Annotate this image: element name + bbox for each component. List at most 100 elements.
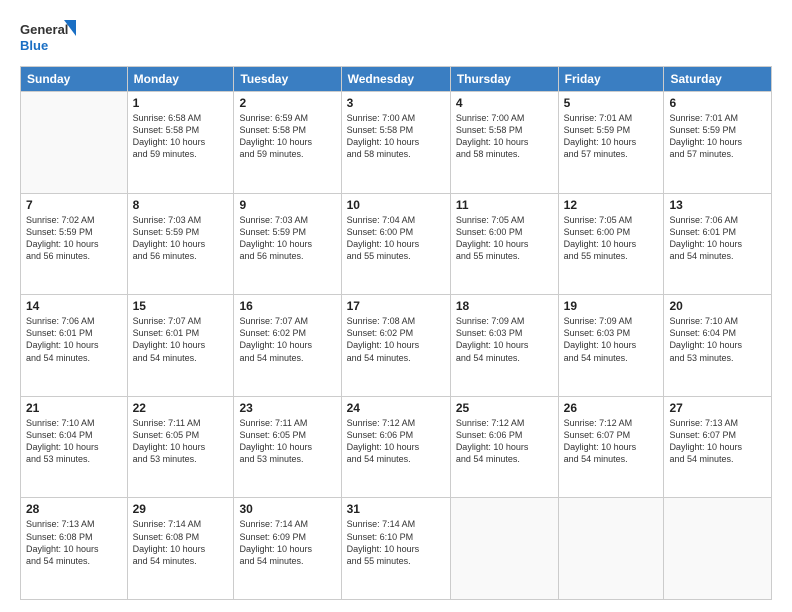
calendar-cell: 30 Sunrise: 7:14 AM Sunset: 6:09 PM Dayli… <box>234 498 341 600</box>
day-info: Sunrise: 6:59 AM Sunset: 5:58 PM Dayligh… <box>239 112 335 161</box>
calendar-cell: 19 Sunrise: 7:09 AM Sunset: 6:03 PM Dayli… <box>558 295 664 397</box>
day-number: 22 <box>133 401 229 415</box>
day-number: 7 <box>26 198 122 212</box>
day-info: Sunrise: 6:58 AM Sunset: 5:58 PM Dayligh… <box>133 112 229 161</box>
day-info: Sunrise: 7:11 AM Sunset: 6:05 PM Dayligh… <box>133 417 229 466</box>
day-number: 2 <box>239 96 335 110</box>
day-number: 3 <box>347 96 445 110</box>
calendar-cell: 13 Sunrise: 7:06 AM Sunset: 6:01 PM Dayli… <box>664 193 772 295</box>
calendar-cell <box>450 498 558 600</box>
day-info: Sunrise: 7:07 AM Sunset: 6:02 PM Dayligh… <box>239 315 335 364</box>
day-number: 5 <box>564 96 659 110</box>
day-info: Sunrise: 7:04 AM Sunset: 6:00 PM Dayligh… <box>347 214 445 263</box>
day-number: 27 <box>669 401 766 415</box>
day-number: 17 <box>347 299 445 313</box>
calendar-table: SundayMondayTuesdayWednesdayThursdayFrid… <box>20 66 772 600</box>
day-number: 18 <box>456 299 553 313</box>
day-number: 15 <box>133 299 229 313</box>
day-number: 26 <box>564 401 659 415</box>
day-number: 1 <box>133 96 229 110</box>
calendar-cell: 18 Sunrise: 7:09 AM Sunset: 6:03 PM Dayli… <box>450 295 558 397</box>
day-number: 16 <box>239 299 335 313</box>
day-info: Sunrise: 7:12 AM Sunset: 6:06 PM Dayligh… <box>456 417 553 466</box>
calendar-cell <box>21 92 128 194</box>
weekday-header-wednesday: Wednesday <box>341 67 450 92</box>
day-number: 14 <box>26 299 122 313</box>
calendar-cell: 15 Sunrise: 7:07 AM Sunset: 6:01 PM Dayli… <box>127 295 234 397</box>
calendar-cell: 12 Sunrise: 7:05 AM Sunset: 6:00 PM Dayli… <box>558 193 664 295</box>
calendar-cell: 9Sunrise: 7:03 AM Sunset: 5:59 PM Daylig… <box>234 193 341 295</box>
day-number: 4 <box>456 96 553 110</box>
calendar-cell: 7 Sunrise: 7:02 AM Sunset: 5:59 PM Daylig… <box>21 193 128 295</box>
day-number: 28 <box>26 502 122 516</box>
calendar-cell: 8Sunrise: 7:03 AM Sunset: 5:59 PM Daylig… <box>127 193 234 295</box>
weekday-header-thursday: Thursday <box>450 67 558 92</box>
day-number: 13 <box>669 198 766 212</box>
calendar-cell: 11Sunrise: 7:05 AM Sunset: 6:00 PM Dayli… <box>450 193 558 295</box>
day-number: 31 <box>347 502 445 516</box>
day-info: Sunrise: 7:14 AM Sunset: 6:08 PM Dayligh… <box>133 518 229 567</box>
day-info: Sunrise: 7:08 AM Sunset: 6:02 PM Dayligh… <box>347 315 445 364</box>
day-number: 20 <box>669 299 766 313</box>
calendar-cell: 24Sunrise: 7:12 AM Sunset: 6:06 PM Dayli… <box>341 396 450 498</box>
day-info: Sunrise: 7:02 AM Sunset: 5:59 PM Dayligh… <box>26 214 122 263</box>
day-number: 30 <box>239 502 335 516</box>
day-info: Sunrise: 7:07 AM Sunset: 6:01 PM Dayligh… <box>133 315 229 364</box>
calendar-cell: 14Sunrise: 7:06 AM Sunset: 6:01 PM Dayli… <box>21 295 128 397</box>
calendar-cell: 29 Sunrise: 7:14 AM Sunset: 6:08 PM Dayli… <box>127 498 234 600</box>
day-number: 21 <box>26 401 122 415</box>
weekday-header-tuesday: Tuesday <box>234 67 341 92</box>
svg-text:Blue: Blue <box>20 38 48 53</box>
calendar-cell: 1 Sunrise: 6:58 AM Sunset: 5:58 PM Daylig… <box>127 92 234 194</box>
calendar-cell: 10 Sunrise: 7:04 AM Sunset: 6:00 PM Dayli… <box>341 193 450 295</box>
day-info: Sunrise: 7:10 AM Sunset: 6:04 PM Dayligh… <box>26 417 122 466</box>
svg-text:General: General <box>20 22 68 37</box>
day-info: Sunrise: 7:10 AM Sunset: 6:04 PM Dayligh… <box>669 315 766 364</box>
day-number: 25 <box>456 401 553 415</box>
logo-svg: General Blue <box>20 18 80 58</box>
calendar-cell: 26 Sunrise: 7:12 AM Sunset: 6:07 PM Dayli… <box>558 396 664 498</box>
day-info: Sunrise: 7:09 AM Sunset: 6:03 PM Dayligh… <box>564 315 659 364</box>
day-info: Sunrise: 7:14 AM Sunset: 6:10 PM Dayligh… <box>347 518 445 567</box>
day-number: 11 <box>456 198 553 212</box>
calendar-cell: 17 Sunrise: 7:08 AM Sunset: 6:02 PM Dayli… <box>341 295 450 397</box>
calendar-cell: 6 Sunrise: 7:01 AM Sunset: 5:59 PM Daylig… <box>664 92 772 194</box>
day-info: Sunrise: 7:13 AM Sunset: 6:07 PM Dayligh… <box>669 417 766 466</box>
day-number: 12 <box>564 198 659 212</box>
logo: General Blue <box>20 18 80 58</box>
calendar-cell: 31 Sunrise: 7:14 AM Sunset: 6:10 PM Dayli… <box>341 498 450 600</box>
day-info: Sunrise: 7:05 AM Sunset: 6:00 PM Dayligh… <box>564 214 659 263</box>
week-row-2: 7 Sunrise: 7:02 AM Sunset: 5:59 PM Daylig… <box>21 193 772 295</box>
day-number: 9 <box>239 198 335 212</box>
calendar-cell: 25 Sunrise: 7:12 AM Sunset: 6:06 PM Dayli… <box>450 396 558 498</box>
day-number: 29 <box>133 502 229 516</box>
day-info: Sunrise: 7:00 AM Sunset: 5:58 PM Dayligh… <box>347 112 445 161</box>
header: General Blue <box>20 18 772 58</box>
day-info: Sunrise: 7:12 AM Sunset: 6:07 PM Dayligh… <box>564 417 659 466</box>
week-row-1: 1 Sunrise: 6:58 AM Sunset: 5:58 PM Daylig… <box>21 92 772 194</box>
calendar-cell: 27 Sunrise: 7:13 AM Sunset: 6:07 PM Dayli… <box>664 396 772 498</box>
calendar-cell: 2 Sunrise: 6:59 AM Sunset: 5:58 PM Daylig… <box>234 92 341 194</box>
week-row-4: 21 Sunrise: 7:10 AM Sunset: 6:04 PM Dayli… <box>21 396 772 498</box>
weekday-header-monday: Monday <box>127 67 234 92</box>
day-number: 6 <box>669 96 766 110</box>
weekday-header-row: SundayMondayTuesdayWednesdayThursdayFrid… <box>21 67 772 92</box>
weekday-header-saturday: Saturday <box>664 67 772 92</box>
calendar-cell: 4 Sunrise: 7:00 AM Sunset: 5:58 PM Daylig… <box>450 92 558 194</box>
day-info: Sunrise: 7:09 AM Sunset: 6:03 PM Dayligh… <box>456 315 553 364</box>
calendar-cell <box>558 498 664 600</box>
weekday-header-friday: Friday <box>558 67 664 92</box>
day-info: Sunrise: 7:11 AM Sunset: 6:05 PM Dayligh… <box>239 417 335 466</box>
day-info: Sunrise: 7:14 AM Sunset: 6:09 PM Dayligh… <box>239 518 335 567</box>
day-info: Sunrise: 7:00 AM Sunset: 5:58 PM Dayligh… <box>456 112 553 161</box>
day-number: 23 <box>239 401 335 415</box>
week-row-3: 14Sunrise: 7:06 AM Sunset: 6:01 PM Dayli… <box>21 295 772 397</box>
calendar-cell: 21 Sunrise: 7:10 AM Sunset: 6:04 PM Dayli… <box>21 396 128 498</box>
day-number: 10 <box>347 198 445 212</box>
calendar-cell: 5Sunrise: 7:01 AM Sunset: 5:59 PM Daylig… <box>558 92 664 194</box>
day-info: Sunrise: 7:01 AM Sunset: 5:59 PM Dayligh… <box>669 112 766 161</box>
day-number: 19 <box>564 299 659 313</box>
day-info: Sunrise: 7:06 AM Sunset: 6:01 PM Dayligh… <box>669 214 766 263</box>
day-info: Sunrise: 7:13 AM Sunset: 6:08 PM Dayligh… <box>26 518 122 567</box>
calendar-cell: 16 Sunrise: 7:07 AM Sunset: 6:02 PM Dayli… <box>234 295 341 397</box>
